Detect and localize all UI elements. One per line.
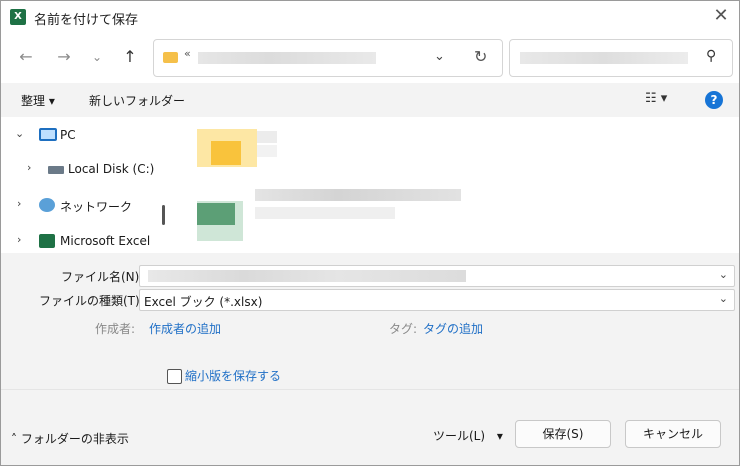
search-icon[interactable]: ⚲ bbox=[706, 48, 716, 64]
address-bar[interactable]: « ⌄ ↻ bbox=[153, 39, 503, 77]
view-options-icon[interactable]: ☷ ▾ bbox=[645, 91, 667, 106]
chevron-up-icon: ˄ bbox=[11, 432, 17, 446]
hide-folders-button[interactable]: ˄ フォルダーの非表示 bbox=[11, 430, 129, 447]
filetype-value: Excel ブック (*.xlsx) bbox=[144, 295, 263, 309]
new-folder-button[interactable]: 新しいフォルダー bbox=[89, 92, 185, 109]
up-arrow-icon[interactable]: ↑ bbox=[119, 46, 141, 68]
command-bar: 整理 ▾ 新しいフォルダー ☷ ▾ ? bbox=[1, 83, 739, 117]
author-label: 作成者: bbox=[95, 322, 136, 336]
tools-menu-button[interactable]: ツール(L) ▾ bbox=[433, 427, 503, 444]
refresh-icon[interactable]: ↻ bbox=[474, 47, 487, 66]
hide-folders-label: フォルダーの非表示 bbox=[20, 432, 129, 446]
add-author-link[interactable]: 作成者の追加 bbox=[149, 320, 221, 337]
tree-item-label: PC bbox=[60, 128, 76, 142]
tools-label: ツール(L) bbox=[433, 429, 486, 443]
tags-label: タグ: bbox=[389, 322, 418, 336]
excel-icon: X bbox=[10, 9, 26, 25]
excel-file-icon-body bbox=[197, 203, 235, 225]
file-list bbox=[171, 117, 739, 253]
chevron-right-icon[interactable]: › bbox=[27, 161, 31, 174]
filetype-label: ファイルの種類(T): bbox=[39, 294, 144, 308]
navigation-pane: ⌄ PC › Local Disk (C:) › ネットワーク › Micros… bbox=[1, 117, 171, 253]
forward-arrow-icon[interactable]: → bbox=[53, 46, 75, 68]
title-bar: X 名前を付けて保存 ✕ bbox=[1, 1, 739, 33]
help-button[interactable]: ? bbox=[705, 91, 723, 109]
folder-icon bbox=[163, 52, 178, 63]
filename-label: ファイル名(N): bbox=[61, 270, 144, 284]
back-arrow-icon[interactable]: ← bbox=[15, 46, 37, 68]
tree-item-network[interactable]: › ネットワーク bbox=[1, 195, 151, 217]
cancel-button[interactable]: キャンセル bbox=[625, 420, 721, 448]
save-button[interactable]: 保存(S) bbox=[515, 420, 611, 448]
file-name-redacted bbox=[255, 189, 461, 201]
address-overflow[interactable]: « bbox=[184, 47, 191, 60]
filetype-select[interactable]: Excel ブック (*.xlsx) ⌄ bbox=[139, 289, 735, 311]
chevron-down-icon[interactable]: ⌄ bbox=[719, 292, 728, 305]
search-box[interactable]: ⚲ bbox=[509, 39, 733, 77]
filename-input[interactable]: ⌄ bbox=[139, 265, 735, 287]
excel-icon bbox=[39, 234, 55, 248]
pc-icon bbox=[39, 128, 57, 141]
filename-value-redacted bbox=[148, 270, 466, 282]
address-path-redacted bbox=[198, 52, 376, 64]
tree-item-label: ネットワーク bbox=[60, 200, 133, 214]
chevron-right-icon[interactable]: › bbox=[17, 233, 21, 246]
close-icon[interactable]: ✕ bbox=[709, 4, 733, 28]
save-thumbnail-label[interactable]: 縮小版を保存する bbox=[185, 367, 281, 384]
save-as-dialog: X 名前を付けて保存 ✕ ← → ⌄ ↑ « ⌄ ↻ ⚲ 整理 ▾ 新しいフォル… bbox=[0, 0, 740, 466]
chevron-down-icon[interactable]: ⌄ bbox=[15, 127, 24, 140]
address-history-chevron-icon[interactable]: ⌄ bbox=[434, 49, 445, 64]
caret-down-icon: ▾ bbox=[496, 429, 503, 443]
tree-item-label: Local Disk (C:) bbox=[68, 162, 155, 176]
folder-name-redacted bbox=[257, 145, 277, 157]
tree-item-pc[interactable]: ⌄ PC bbox=[1, 125, 151, 147]
navigation-bar: ← → ⌄ ↑ « ⌄ ↻ ⚲ bbox=[1, 33, 739, 83]
tree-item-local-disk[interactable]: › Local Disk (C:) bbox=[1, 159, 155, 181]
tree-item-microsoft-excel[interactable]: › Microsoft Excel bbox=[1, 231, 151, 253]
search-placeholder-redacted bbox=[520, 52, 688, 64]
chevron-right-icon[interactable]: › bbox=[17, 197, 21, 210]
save-thumbnail-checkbox[interactable] bbox=[167, 369, 182, 384]
folder-name-redacted bbox=[257, 131, 277, 143]
network-icon bbox=[39, 198, 55, 212]
file-details-redacted bbox=[255, 207, 395, 219]
tree-item-label: Microsoft Excel bbox=[60, 234, 151, 248]
folder-icon-body bbox=[211, 141, 241, 165]
tree-scrollbar-thumb[interactable] bbox=[162, 205, 165, 225]
add-tag-link[interactable]: タグの追加 bbox=[423, 320, 483, 337]
window-title: 名前を付けて保存 bbox=[34, 13, 139, 28]
dialog-footer: ˄ フォルダーの非表示 ツール(L) ▾ 保存(S) キャンセル bbox=[1, 389, 739, 465]
recent-locations-chevron-icon[interactable]: ⌄ bbox=[86, 46, 108, 68]
drive-icon bbox=[48, 166, 64, 174]
chevron-down-icon[interactable]: ⌄ bbox=[719, 268, 728, 281]
organize-button[interactable]: 整理 ▾ bbox=[21, 92, 55, 109]
